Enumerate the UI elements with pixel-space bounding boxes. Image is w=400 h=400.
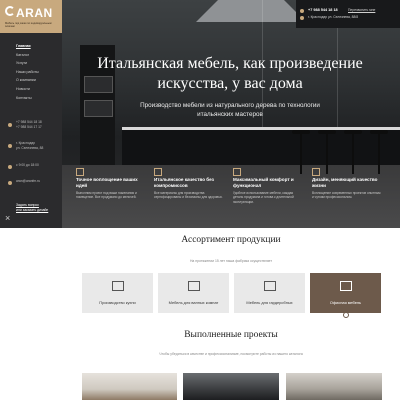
feature-title: Максимальный комфорт и функционал — [233, 177, 294, 188]
catalog-card-label: Офисная мебель — [329, 300, 362, 305]
feature-title: Дизайн, меняющий качество жизни — [312, 177, 378, 188]
sidebar: ARAN Мебель под заказ по индивидуальным … — [0, 0, 62, 228]
mail-icon — [8, 181, 12, 185]
hero-title: Итальянская мебель, как произведение иск… — [97, 55, 363, 92]
catalog-card-label: Мебель для ванных комнат — [168, 300, 219, 305]
feature-title: Итальянское качество без компромиссов — [154, 177, 214, 188]
oven-shape — [84, 100, 113, 117]
project-thumbnail[interactable] — [286, 373, 382, 400]
feature-text: Выполним проект под ваши пожелания и пом… — [76, 191, 137, 200]
sidebar-street: ул. Селезнева, 88 — [16, 146, 44, 150]
header-phone[interactable]: +7 988 544 18 18 — [308, 8, 338, 12]
design-icon — [312, 168, 320, 176]
wardrobe-icon — [264, 281, 276, 291]
clock-icon — [8, 165, 12, 169]
ask-question-line2: или заказать дизайн — [16, 208, 49, 212]
catalog-card-office[interactable]: Офисная мебель — [310, 273, 381, 313]
logo-text: ARAN — [16, 6, 53, 20]
nav-item-contacts[interactable]: Контакты — [16, 94, 39, 103]
callback-link[interactable]: Перезвонить мне — [348, 8, 375, 12]
feature-text: Удобное использование мебели, каждая дет… — [233, 191, 294, 204]
catalog-card-bathroom[interactable]: Мебель для ванных комнат — [158, 273, 229, 313]
header-contacts: +7 988 544 18 18 Перезвонить мне г. Крас… — [296, 0, 400, 28]
sidebar-address: г. Краснодар ул. Селезнева, 88 — [16, 141, 43, 151]
close-icon[interactable]: × — [5, 213, 10, 223]
sidebar-email[interactable]: aran@aranfm.ru — [16, 179, 40, 184]
sidebar-phone-2[interactable]: +7 988 544 17 17 — [16, 125, 42, 130]
idea-icon — [76, 168, 84, 176]
logo-ring-icon — [5, 6, 15, 16]
logo-tagline: Мебель под заказ по индивидуальным эскиз… — [5, 22, 52, 28]
quality-icon — [154, 168, 162, 176]
feature-text: Воплощение современных проектов опытным … — [312, 191, 381, 200]
nav-item-services[interactable]: Услуги — [16, 59, 39, 68]
location-icon — [300, 16, 304, 20]
nav-item-home[interactable]: Главная — [16, 42, 39, 51]
logo[interactable]: ARAN Мебель под заказ по индивидуальным … — [0, 0, 62, 33]
features: Точное воплощение ваших идей Выполним пр… — [62, 168, 400, 228]
project-thumbnail[interactable] — [82, 373, 177, 400]
hero-subtitle: Производство мебели из натурального дере… — [140, 102, 320, 118]
phone-icon — [300, 9, 304, 13]
catalog-card-kitchen[interactable]: Производство кухни — [82, 273, 153, 313]
projects-subtitle: Чтобы убедиться в качестве и профессиона… — [159, 352, 303, 356]
catalog-card-label: Мебель для гардеробных — [246, 300, 293, 305]
nav-item-news[interactable]: Новости — [16, 85, 39, 94]
catalog-card-label: Производство кухни — [99, 300, 136, 305]
nav-item-about[interactable]: О компании — [16, 76, 39, 85]
catalog-title: Ассортимент продукции — [181, 235, 281, 245]
office-icon — [340, 281, 352, 291]
location-icon — [8, 144, 12, 148]
project-thumbnail[interactable] — [183, 373, 279, 400]
nav-item-works[interactable]: Наши работы — [16, 68, 39, 77]
main-nav: Главная Каталог Услуги Наши работы О ком… — [16, 42, 39, 102]
comfort-icon — [233, 168, 241, 176]
kitchen-icon — [112, 281, 124, 291]
nav-item-catalog[interactable]: Каталог — [16, 51, 39, 60]
sidebar-hours: с 9:00 до 18:00 — [16, 163, 39, 167]
sidebar-phones: +7 988 544 18 18 +7 988 544 17 17 — [16, 120, 42, 130]
ask-question-link[interactable]: Задать вопрос или заказать дизайн — [16, 203, 48, 213]
bathroom-icon — [188, 281, 200, 291]
catalog-subtitle: На протяжении 15 лет наша фабрика осущес… — [189, 259, 273, 263]
header-address: г. Краснодар ул. Селезнева, 88/8 — [308, 15, 359, 19]
phone-icon — [8, 123, 12, 127]
catalog-card-wardrobe[interactable]: Мебель для гардеробных — [234, 273, 305, 313]
feature-text: Все материалы для производства сертифици… — [154, 191, 223, 200]
range-hood-shape — [196, 0, 306, 22]
card-indicator-icon — [343, 312, 349, 318]
feature-title: Точное воплощение ваших идей — [76, 177, 138, 188]
projects-title: Выполненные проекты — [184, 330, 278, 340]
